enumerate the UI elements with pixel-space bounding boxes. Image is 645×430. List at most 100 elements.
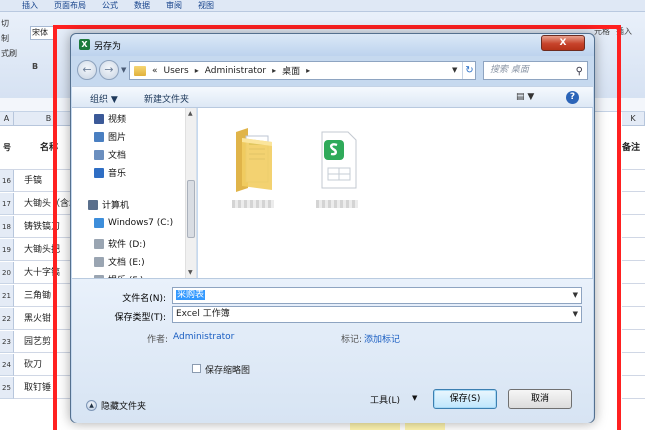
- nav-item[interactable]: 音乐: [94, 166, 126, 179]
- new-folder-button[interactable]: 新建文件夹: [144, 92, 189, 105]
- row-header[interactable]: 18: [0, 216, 14, 238]
- nav-item[interactable]: 计算机: [88, 198, 129, 211]
- cell-remark[interactable]: [622, 308, 645, 330]
- picture-icon: [94, 131, 104, 142]
- menu-formulas[interactable]: 公式: [102, 0, 118, 11]
- filename-input[interactable]: 采购表 ▼: [172, 287, 582, 304]
- cell-remark[interactable]: [622, 216, 645, 238]
- wps-spreadsheet-icon: [321, 131, 357, 189]
- close-button[interactable]: X: [541, 35, 585, 51]
- excel-menubar: 插入 页面布局 公式 数据 审阅 视图: [0, 0, 645, 12]
- nav-item[interactable]: 文档 (E:): [94, 255, 145, 268]
- recent-locations-dropdown-icon[interactable]: ▼: [121, 66, 126, 74]
- organize-menu[interactable]: 组织 ▼: [90, 92, 118, 105]
- breadcrumb-administrator[interactable]: Administrator: [205, 66, 266, 76]
- filename-dropdown-icon[interactable]: ▼: [573, 288, 578, 303]
- scroll-down-icon[interactable]: ▼: [188, 269, 193, 276]
- navigation-pane: 视频图片文档音乐计算机Windows7 (C:)软件 (D:)文档 (E:)娱乐…: [72, 108, 197, 278]
- row-header[interactable]: 25: [0, 377, 14, 399]
- menu-page-layout[interactable]: 页面布局: [54, 0, 86, 11]
- bold-button[interactable]: B: [32, 62, 38, 71]
- breadcrumb-overflow[interactable]: «: [152, 66, 158, 76]
- scroll-thumb[interactable]: [187, 180, 195, 238]
- search-placeholder: 搜索 桌面: [490, 65, 529, 75]
- hide-folders-button[interactable]: ▲ 隐藏文件夹: [86, 399, 146, 412]
- scroll-up-icon[interactable]: ▲: [188, 110, 193, 117]
- thumbnail-checkbox[interactable]: [192, 364, 201, 373]
- row-header[interactable]: 20: [0, 262, 14, 284]
- tools-menu[interactable]: 工具(L): [370, 393, 400, 406]
- column-header-k[interactable]: K: [622, 112, 645, 126]
- cell-remark[interactable]: [622, 193, 645, 215]
- cell-remark[interactable]: [622, 377, 645, 399]
- row-header[interactable]: 21: [0, 285, 14, 307]
- file-name-blurred: [232, 200, 274, 208]
- cell-remark[interactable]: [622, 170, 645, 192]
- chevron-right-icon[interactable]: ▸: [306, 66, 310, 75]
- header-cell-number[interactable]: 号: [0, 126, 14, 170]
- cell-remark[interactable]: [622, 354, 645, 376]
- breadcrumb-desktop[interactable]: 桌面: [282, 64, 300, 77]
- address-bar[interactable]: « Users ▸ Administrator ▸ 桌面 ▸ ▼ ↻: [129, 61, 476, 80]
- cell-remark[interactable]: [622, 331, 645, 353]
- thumbnail-label[interactable]: 保存缩略图: [205, 363, 250, 376]
- row-header[interactable]: 23: [0, 331, 14, 353]
- row-header[interactable]: 16: [0, 170, 14, 192]
- nav-item[interactable]: 视频: [94, 112, 126, 125]
- folder-item[interactable]: [222, 116, 292, 216]
- save-button[interactable]: 保存(S): [433, 389, 497, 409]
- column-header-a[interactable]: A: [0, 112, 14, 126]
- dialog-titlebar[interactable]: X 另存为 X: [71, 34, 594, 56]
- help-icon[interactable]: ?: [566, 91, 579, 104]
- font-name-box[interactable]: 宋体: [30, 26, 54, 40]
- refresh-icon[interactable]: ↻: [462, 62, 476, 79]
- back-arrow-icon[interactable]: ←: [77, 60, 97, 80]
- copy-label[interactable]: 制: [1, 33, 26, 44]
- nav-item-label: 音乐: [108, 169, 127, 179]
- menu-review[interactable]: 审阅: [166, 0, 182, 11]
- tools-dropdown-icon[interactable]: ▼: [412, 394, 417, 402]
- nav-item[interactable]: 文档: [94, 148, 126, 161]
- cell-remark[interactable]: [622, 285, 645, 307]
- cut-label[interactable]: 切: [1, 18, 26, 29]
- highlight-frame-top: [53, 25, 621, 29]
- nav-item[interactable]: 图片: [94, 130, 126, 143]
- nav-item[interactable]: 软件 (D:): [94, 237, 146, 250]
- breadcrumb-users[interactable]: Users: [164, 66, 189, 76]
- cell-remark[interactable]: [622, 239, 645, 261]
- row-header[interactable]: 24: [0, 354, 14, 376]
- menu-data[interactable]: 数据: [134, 0, 150, 11]
- search-icon[interactable]: ⚲: [576, 63, 583, 80]
- forward-arrow-icon[interactable]: →: [99, 60, 119, 80]
- row-header[interactable]: 17: [0, 193, 14, 215]
- cell-styles-label[interactable]: 元格: [594, 26, 610, 74]
- nav-item-label: 文档: [108, 151, 127, 161]
- menu-view[interactable]: 视图: [198, 0, 214, 11]
- row-header[interactable]: 22: [0, 308, 14, 330]
- filetype-select[interactable]: Excel 工作簿 ▼: [172, 306, 582, 323]
- format-painter-label[interactable]: 式刷: [1, 48, 26, 59]
- nav-item-label: Windows7 (C:): [108, 218, 174, 228]
- spreadsheet-item[interactable]: [306, 116, 376, 216]
- nav-item[interactable]: Windows7 (C:): [94, 218, 173, 228]
- tags-value[interactable]: 添加标记: [364, 332, 400, 345]
- header-cell-remark[interactable]: 备注: [622, 126, 645, 170]
- chevron-right-icon[interactable]: ▸: [272, 66, 276, 75]
- filetype-dropdown-icon[interactable]: ▼: [573, 307, 578, 322]
- row-header[interactable]: 19: [0, 239, 14, 261]
- hide-folders-label: 隐藏文件夹: [101, 402, 147, 412]
- view-options-icon[interactable]: ▤ ▼: [516, 92, 534, 102]
- filetype-value: Excel 工作簿: [176, 309, 230, 319]
- menu-insert[interactable]: 插入: [22, 0, 38, 11]
- author-value[interactable]: Administrator: [173, 332, 234, 342]
- chevron-right-icon[interactable]: ▸: [195, 66, 199, 75]
- dialog-title: 另存为: [94, 42, 122, 52]
- cancel-button[interactable]: 取消: [508, 389, 572, 409]
- nav-scrollbar[interactable]: ▲ ▼: [185, 108, 196, 278]
- folder-icon: [134, 65, 146, 76]
- search-input[interactable]: 搜索 桌面 ⚲: [483, 61, 588, 80]
- file-name-blurred: [316, 200, 358, 208]
- address-dropdown-icon[interactable]: ▼: [452, 66, 457, 74]
- cell-remark[interactable]: [622, 262, 645, 284]
- save-as-dialog: X 另存为 X ← → ▼ « Users ▸ Administrator ▸ …: [70, 33, 595, 423]
